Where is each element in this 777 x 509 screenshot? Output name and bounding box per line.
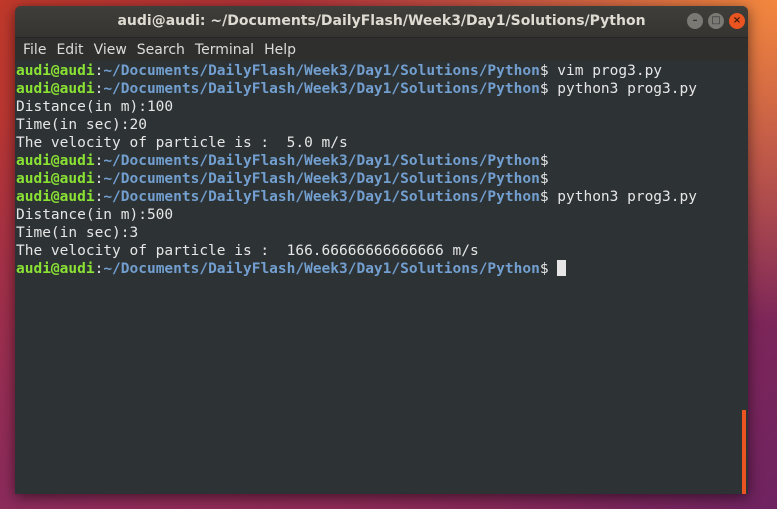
prompt-path: ~/Documents/DailyFlash/Week3/Day1/Soluti… — [103, 81, 540, 97]
prompt-user: audi@audi — [16, 81, 95, 97]
command-text: python3 prog3.py — [548, 189, 697, 205]
prompt-user: audi@audi — [16, 189, 95, 205]
output-line: Time(in sec):3 — [16, 225, 139, 241]
close-icon: × — [732, 15, 742, 26]
output-line: Time(in sec):20 — [16, 117, 147, 133]
scrollbar-thumb[interactable] — [742, 410, 746, 494]
output-line: Distance(in m):500 — [16, 207, 174, 223]
menu-edit[interactable]: Edit — [52, 42, 87, 58]
prompt-line: audi@audi:~/Documents/DailyFlash/Week3/D… — [16, 62, 738, 80]
prompt-colon: : — [94, 189, 104, 205]
prompt-colon: : — [94, 81, 104, 97]
minimize-icon: – — [692, 15, 698, 26]
close-button[interactable]: × — [729, 13, 745, 29]
output-line: The velocity of particle is : 5.0 m/s — [16, 135, 348, 151]
prompt-path: ~/Documents/DailyFlash/Week3/Day1/Soluti… — [103, 261, 540, 277]
prompt-sign: $ — [539, 171, 549, 187]
prompt-sign: $ — [539, 153, 549, 169]
terminal-output[interactable]: audi@audi:~/Documents/DailyFlash/Week3/D… — [16, 62, 738, 494]
title-bar[interactable]: audi@audi: ~/Documents/DailyFlash/Week3/… — [15, 6, 748, 38]
menu-terminal[interactable]: Terminal — [191, 42, 258, 58]
desktop-background: audi@audi: ~/Documents/DailyFlash/Week3/… — [0, 0, 777, 509]
prompt-line: audi@audi:~/Documents/DailyFlash/Week3/D… — [16, 188, 738, 206]
prompt-path: ~/Documents/DailyFlash/Week3/Day1/Soluti… — [103, 189, 540, 205]
prompt-user: audi@audi — [16, 63, 95, 79]
prompt-sign: $ — [539, 63, 549, 79]
menu-bar: File Edit View Search Terminal Help — [15, 38, 748, 61]
command-text: python3 prog3.py — [548, 81, 697, 97]
prompt-colon: : — [94, 171, 104, 187]
prompt-user: audi@audi — [16, 261, 95, 277]
maximize-icon: □ — [711, 15, 721, 26]
menu-help[interactable]: Help — [260, 42, 300, 58]
prompt-path: ~/Documents/DailyFlash/Week3/Day1/Soluti… — [103, 63, 540, 79]
command-text — [549, 261, 558, 277]
window-title: audi@audi: ~/Documents/DailyFlash/Week3/… — [117, 13, 646, 29]
prompt-sign: $ — [539, 81, 549, 97]
output-line: Distance(in m):100 — [16, 99, 174, 115]
output-line: The velocity of particle is : 166.666666… — [16, 243, 479, 259]
terminal-window: audi@audi: ~/Documents/DailyFlash/Week3/… — [15, 6, 748, 494]
prompt-user: audi@audi — [16, 153, 95, 169]
prompt-colon: : — [94, 153, 104, 169]
prompt-colon: : — [94, 261, 104, 277]
prompt-line: audi@audi:~/Documents/DailyFlash/Week3/D… — [16, 80, 738, 98]
prompt-colon: : — [94, 63, 104, 79]
prompt-path: ~/Documents/DailyFlash/Week3/Day1/Soluti… — [103, 153, 540, 169]
prompt-line: audi@audi:~/Documents/DailyFlash/Week3/D… — [16, 152, 738, 170]
text-cursor — [557, 260, 567, 276]
menu-view[interactable]: View — [90, 42, 131, 58]
menu-search[interactable]: Search — [133, 42, 189, 58]
maximize-button[interactable]: □ — [708, 13, 724, 29]
minimize-button[interactable]: – — [687, 13, 703, 29]
command-text: vim prog3.py — [548, 63, 663, 79]
scrollbar[interactable] — [738, 62, 748, 494]
prompt-line: audi@audi:~/Documents/DailyFlash/Week3/D… — [16, 260, 738, 278]
prompt-user: audi@audi — [16, 171, 95, 187]
menu-file[interactable]: File — [19, 42, 50, 58]
prompt-path: ~/Documents/DailyFlash/Week3/Day1/Soluti… — [103, 171, 540, 187]
prompt-sign: $ — [539, 189, 549, 205]
prompt-line: audi@audi:~/Documents/DailyFlash/Week3/D… — [16, 170, 738, 188]
prompt-sign: $ — [539, 261, 549, 277]
